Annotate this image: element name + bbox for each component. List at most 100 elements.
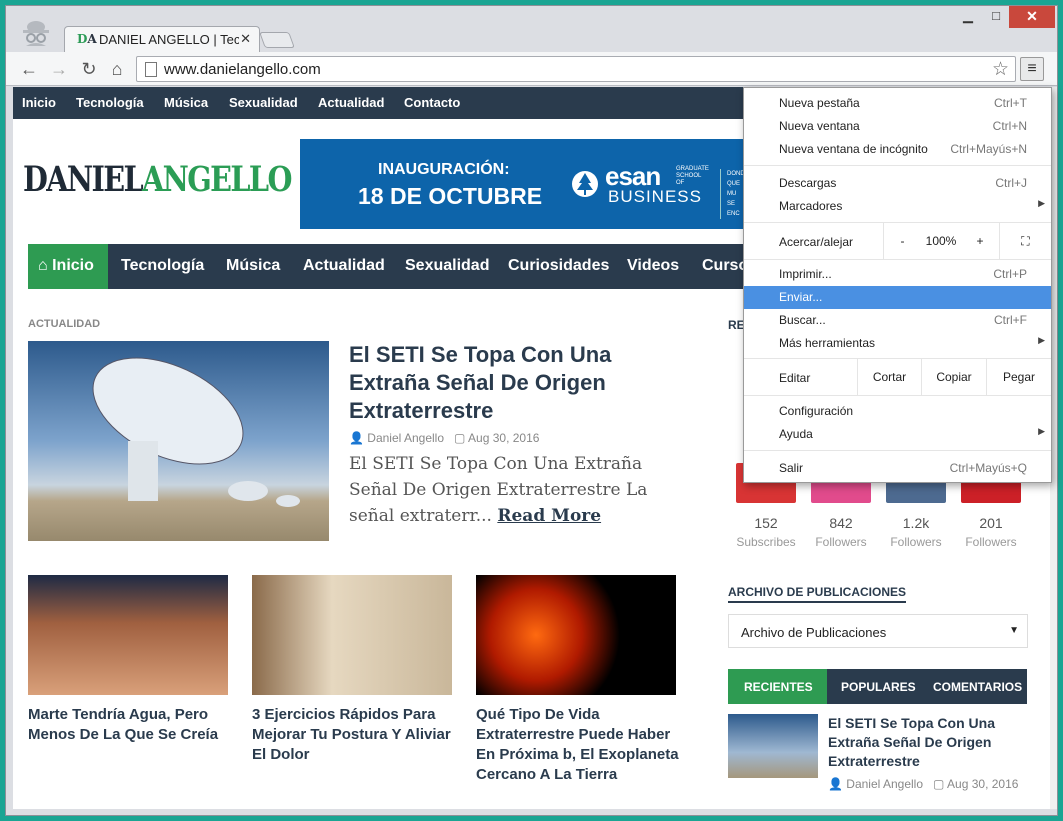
submenu-arrow-icon: ▶ [1038, 198, 1045, 208]
chrome-menu-button[interactable]: ≡ [1020, 57, 1044, 81]
menu-find[interactable]: Buscar... Ctrl+F [744, 309, 1051, 332]
forward-icon[interactable]: → [48, 58, 70, 80]
recent-author[interactable]: Daniel Angello [846, 777, 923, 791]
social-label: Followers [965, 535, 1017, 549]
main-nav-item[interactable]: Actualidad [303, 257, 385, 275]
browser-tab[interactable]: DA DANIEL ANGELLO | Tecnología ✕ [64, 26, 260, 53]
archive-select-value: Archivo de Publicaciones [741, 625, 887, 640]
zoom-in-button[interactable]: + [961, 223, 999, 259]
top-nav-item[interactable]: Contacto [404, 95, 460, 110]
tree-logo-icon [572, 171, 598, 197]
paste-button[interactable]: Pegar [986, 359, 1051, 395]
menu-send[interactable]: Enviar... [744, 286, 1051, 309]
menu-label: Editar [779, 371, 811, 385]
minimize-icon[interactable]: ▁ [956, 6, 980, 28]
address-bar[interactable]: www.danielangello.com ☆ [136, 56, 1016, 82]
featured-image[interactable] [28, 341, 329, 541]
menu-label: Descargas [779, 176, 837, 190]
menu-label: Marcadores [779, 199, 843, 213]
main-nav-item[interactable]: Curiosidades [508, 257, 609, 275]
cut-button[interactable]: Cortar [857, 359, 921, 395]
menu-new-tab[interactable]: Nueva pestaña Ctrl+T [744, 92, 1051, 115]
menu-settings[interactable]: Configuración [744, 400, 1051, 423]
menu-help[interactable]: Ayuda ▶ [744, 423, 1051, 446]
menu-label: Buscar... [779, 313, 826, 327]
logo-part-1: DANIEL [23, 159, 144, 200]
fullscreen-icon[interactable]: ⛶ [999, 223, 1051, 259]
menu-shortcut: Ctrl+P [993, 267, 1027, 281]
post-title[interactable]: Marte Tendría Agua, Pero Menos De La Que… [28, 705, 238, 745]
new-tab-button[interactable] [259, 32, 295, 48]
home-icon[interactable]: ⌂ [106, 58, 128, 80]
recent-thumbnail[interactable] [728, 714, 818, 778]
top-nav-item[interactable]: Sexualidad [229, 95, 298, 110]
maximize-icon[interactable]: □ [984, 6, 1008, 28]
top-nav-item[interactable]: Actualidad [318, 95, 384, 110]
post-title[interactable]: Qué Tipo De Vida Extraterrestre Puede Ha… [476, 705, 686, 785]
main-nav-item[interactable]: Videos [627, 257, 679, 275]
menu-label: Nueva ventana de incógnito [779, 142, 928, 156]
post-thumbnail[interactable] [252, 575, 452, 695]
main-nav-home-label: Inicio [52, 257, 94, 274]
menu-bookmarks[interactable]: Marcadores ▶ [744, 195, 1051, 218]
logo-part-2: ANGELLO [142, 159, 292, 200]
post-title[interactable]: 3 Ejercicios Rápidos Para Mejorar Tu Pos… [252, 705, 462, 765]
menu-label: Nueva pestaña [779, 96, 860, 110]
window-close-icon[interactable]: ✕ [1009, 6, 1055, 28]
menu-shortcut: Ctrl+J [995, 176, 1027, 190]
menu-shortcut: Ctrl+T [994, 96, 1027, 110]
tab-populares[interactable]: POPULARES [841, 680, 916, 694]
menu-downloads[interactable]: Descargas Ctrl+J [744, 172, 1051, 195]
menu-incognito[interactable]: Nueva ventana de incógnito Ctrl+Mayús+N [744, 138, 1051, 161]
main-nav-item[interactable]: Tecnología [121, 257, 204, 275]
top-nav-item[interactable]: Tecnología [76, 95, 144, 110]
reload-icon[interactable]: ↻ [78, 58, 100, 80]
back-icon[interactable]: ← [18, 58, 40, 80]
featured-author[interactable]: Daniel Angello [367, 431, 444, 445]
menu-label: Enviar... [779, 290, 823, 304]
read-more-link[interactable]: Read More [497, 506, 601, 526]
recent-meta: 👤 Daniel Angello ▢ Aug 30, 2016 [828, 777, 1019, 791]
archive-heading: ARCHIVO DE PUBLICACIONES [728, 585, 907, 603]
submenu-arrow-icon: ▶ [1038, 426, 1045, 436]
top-nav-item[interactable]: Música [164, 95, 208, 110]
tab-recientes[interactable]: RECIENTES [728, 669, 827, 704]
menu-print[interactable]: Imprimir... Ctrl+P [744, 263, 1051, 286]
browser-toolbar: ← → ↻ ⌂ www.danielangello.com ☆ ≡ [6, 52, 1057, 86]
archive-select[interactable]: Archivo de Publicaciones ▼ [728, 614, 1028, 648]
social-count: 152 [754, 515, 778, 531]
url-text: www.danielangello.com [164, 61, 321, 78]
dropdown-arrow-icon: ▼ [1009, 625, 1019, 636]
menu-separator [744, 165, 1051, 166]
featured-date: Aug 30, 2016 [468, 431, 540, 445]
menu-label: Nueva ventana [779, 119, 860, 133]
menu-separator [744, 395, 1051, 396]
ad-banner[interactable]: INAUGURACIÓN: 18 DE OCTUBRE esan BUSINES… [300, 139, 749, 229]
tab-close-icon[interactable]: ✕ [240, 31, 251, 47]
menu-separator [744, 259, 1051, 260]
zoom-out-button[interactable]: - [883, 223, 921, 259]
menu-more-tools[interactable]: Más herramientas ▶ [744, 332, 1051, 355]
social-label: Followers [815, 535, 867, 549]
main-nav-item[interactable]: Sexualidad [405, 257, 489, 275]
post-thumbnail[interactable] [28, 575, 228, 695]
menu-new-window[interactable]: Nueva ventana Ctrl+N [744, 115, 1051, 138]
page-icon [145, 62, 157, 77]
copy-button[interactable]: Copiar [921, 359, 986, 395]
menu-label: Imprimir... [779, 267, 832, 281]
site-logo[interactable]: DANIELANGELLO [23, 159, 292, 200]
featured-title[interactable]: El SETI Se Topa Con Una Extraña Señal De… [349, 341, 669, 425]
top-nav-item[interactable]: Inicio [22, 95, 56, 110]
main-nav-home[interactable]: ⌂ Inicio [28, 244, 108, 289]
chrome-menu: Nueva pestaña Ctrl+T Nueva ventana Ctrl+N … [743, 87, 1052, 483]
menu-exit[interactable]: Salir Ctrl+Mayús+Q [744, 457, 1051, 480]
menu-label: Más herramientas [779, 336, 876, 350]
sidebar-tabs: RECIENTES POPULARES COMENTARIOS [728, 669, 1027, 704]
post-thumbnail[interactable] [476, 575, 676, 695]
menu-shortcut: Ctrl+Mayús+Q [949, 461, 1027, 475]
recent-title[interactable]: El SETI Se Topa Con Una Extraña Señal De… [828, 714, 1018, 771]
tab-comentarios[interactable]: COMENTARIOS [933, 680, 1022, 694]
bookmark-star-icon[interactable]: ☆ [992, 58, 1009, 81]
main-nav-item[interactable]: Música [226, 257, 280, 275]
recent-date: Aug 30, 2016 [947, 777, 1019, 791]
